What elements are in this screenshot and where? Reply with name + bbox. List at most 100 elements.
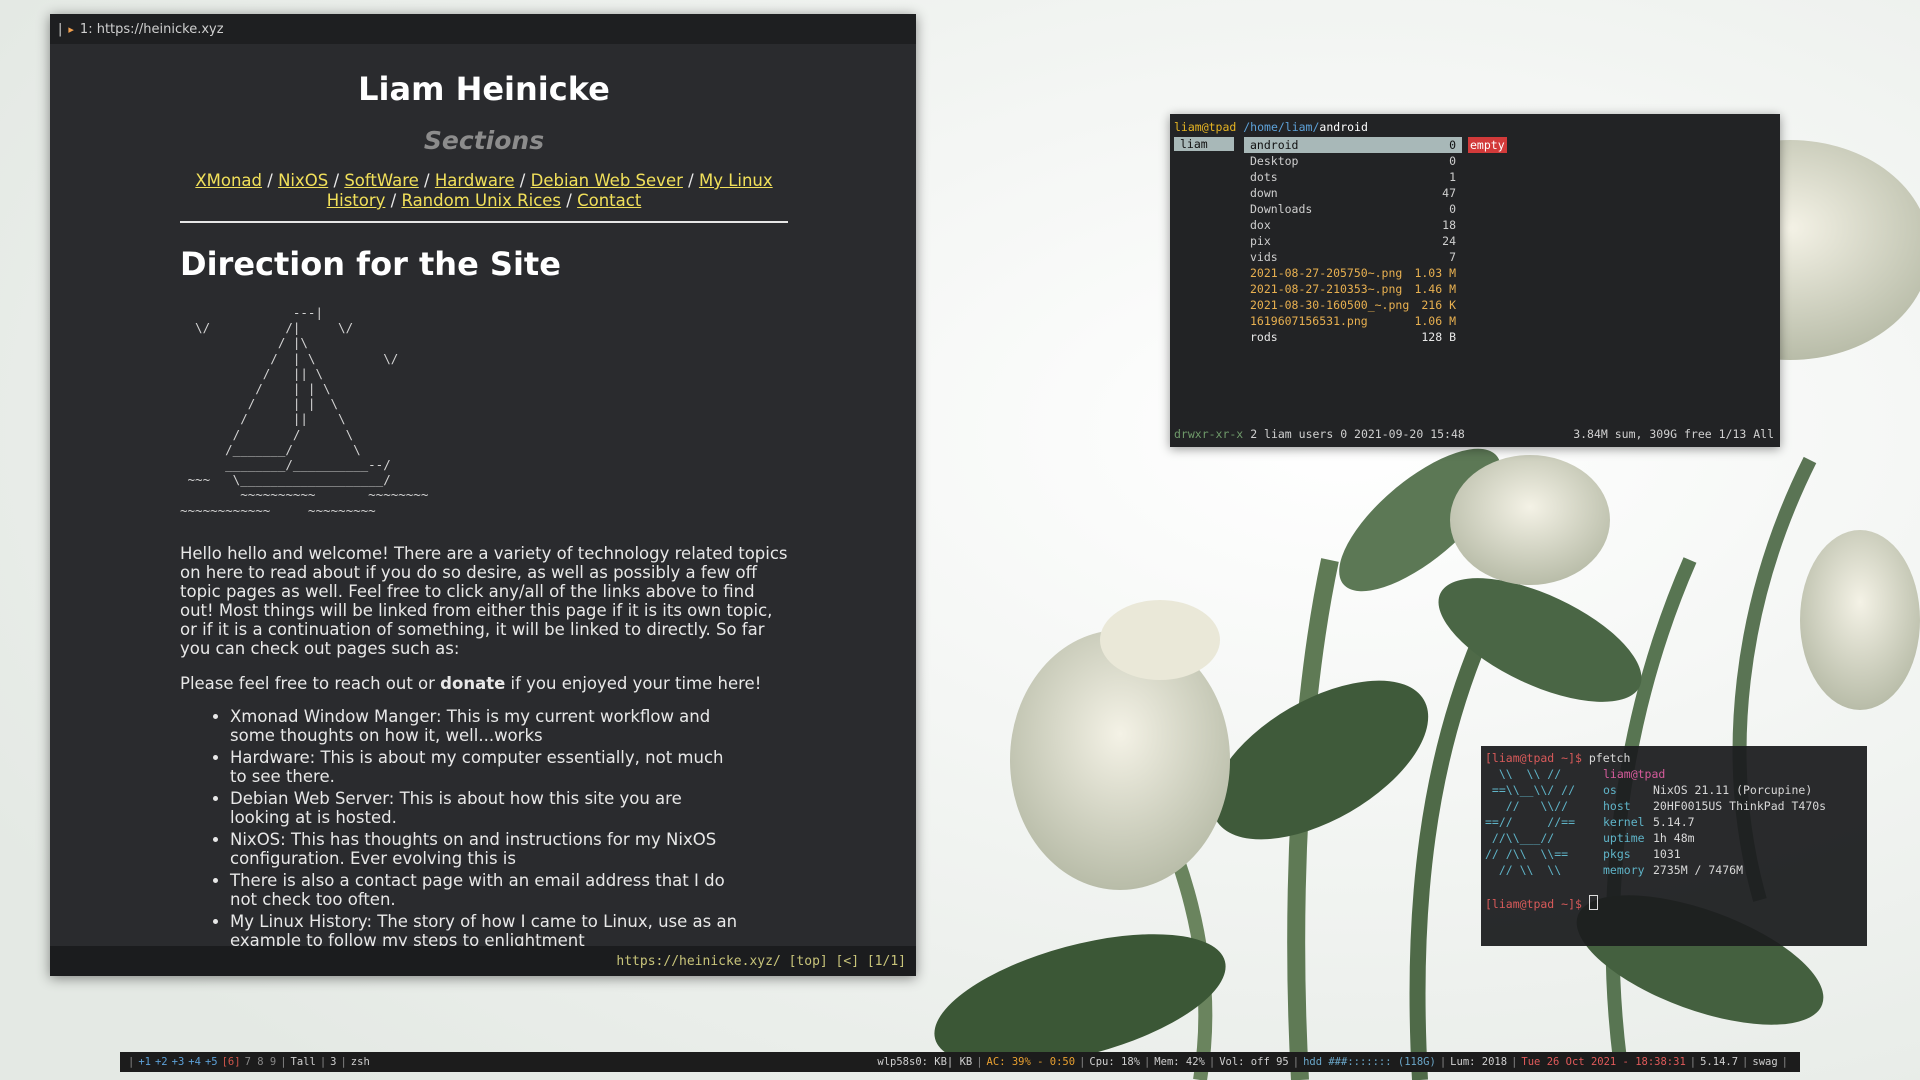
terminal-command: pfetch xyxy=(1588,751,1631,765)
fm-entry[interactable]: Desktop 0 xyxy=(1244,153,1462,169)
fm-entry[interactable]: dots 1 xyxy=(1244,169,1462,185)
bar-divider: | xyxy=(1079,1056,1086,1068)
fm-entry[interactable]: down 47 xyxy=(1244,185,1462,201)
pfetch-key: uptime xyxy=(1603,831,1645,845)
fm-entry-name: rods xyxy=(1250,330,1278,344)
nav-link-software[interactable]: SoftWare xyxy=(344,171,419,190)
workspaces-empty[interactable]: 7 8 9 xyxy=(245,1056,277,1068)
pfetch-line: //\\___// uptime 1h 48m xyxy=(1485,831,1695,845)
nav-separator: / xyxy=(385,191,402,210)
workspace-3[interactable]: +3 xyxy=(172,1056,185,1068)
layout-name: Tall xyxy=(290,1056,316,1068)
page-heading: Direction for the Site xyxy=(180,245,561,283)
donate-paragraph: Please feel free to reach out or donate … xyxy=(180,674,788,693)
fm-entry[interactable]: android 0 xyxy=(1244,137,1462,153)
xmobar-status-bar: | +1 +2 +3 +4 +5 [6] 7 8 9 | Tall | 3 | … xyxy=(120,1052,1800,1072)
pfetch-value: NixOS 21.11 (Porcupine) xyxy=(1653,783,1813,797)
network-status: wlp58s0: KB| KB xyxy=(877,1056,973,1068)
fm-entry-name: android xyxy=(1250,138,1299,152)
nixos-logo-line: // \\ \\ xyxy=(1485,863,1562,877)
fm-entry[interactable]: pix 24 xyxy=(1244,233,1462,249)
bar-divider: | xyxy=(1781,1056,1788,1068)
fm-permissions: drwxr-xr-x xyxy=(1174,427,1244,441)
fm-entry-name: vids xyxy=(1250,250,1278,264)
terminal-input-line[interactable]: [liam@tpad ~]$ xyxy=(1485,895,1598,911)
nixos-logo-line: // \\// xyxy=(1485,799,1569,813)
workspace-1[interactable]: +1 xyxy=(138,1056,151,1068)
file-manager-window[interactable]: liam@tpad /home/liam/android liam androi… xyxy=(1170,114,1780,447)
fm-parent-entry[interactable]: liam xyxy=(1174,137,1234,151)
workspace-4[interactable]: +4 xyxy=(188,1056,201,1068)
terminal-window[interactable]: [liam@tpad ~]$ pfetch \\ \\ //liam@tpad … xyxy=(1481,746,1867,946)
fm-entry[interactable]: dox 18 xyxy=(1244,217,1462,233)
fm-entry[interactable]: rods 128 B xyxy=(1244,329,1462,345)
fm-current-dir: android xyxy=(1319,120,1368,134)
pfetch-key: host xyxy=(1603,799,1631,813)
donate-text-before: Please feel free to reach out or xyxy=(180,673,441,693)
bar-divider: | xyxy=(976,1056,983,1068)
bar-divider: | xyxy=(1143,1056,1151,1068)
fm-entry-name: dox xyxy=(1250,218,1271,232)
nixos-logo-line: //\\___// xyxy=(1485,831,1555,845)
fm-entry-size: 0 xyxy=(1449,154,1456,168)
bar-divider: | xyxy=(1292,1056,1300,1068)
bar-divider: | xyxy=(1439,1056,1447,1068)
fm-entry-size: 1.03 M xyxy=(1414,266,1456,280)
fm-entry[interactable]: 2021-08-30-160500_~.png 216 K xyxy=(1244,297,1462,313)
pfetch-key: kernel xyxy=(1603,815,1645,829)
fm-entry[interactable]: Downloads 0 xyxy=(1244,201,1462,217)
fm-file-info: 2 liam users 0 2021-09-20 15:48 xyxy=(1250,427,1465,441)
nav-link-nixos[interactable]: NixOS xyxy=(278,171,328,190)
web-page-content[interactable]: Liam Heinicke Sections XMonad / NixOS / … xyxy=(50,44,916,960)
list-item: Xmonad Window Manger: This is my current… xyxy=(230,707,740,745)
fm-entry-size: 1.46 M xyxy=(1414,282,1456,296)
fm-status-line: drwxr-xr-x 2 liam users 0 2021-09-20 15:… xyxy=(1174,427,1774,441)
browser-window[interactable]: | ▸ 1: https://heinicke.xyz Liam Heinick… xyxy=(50,14,916,976)
intro-paragraph: Hello hello and welcome! There are a var… xyxy=(180,543,788,658)
nixos-logo-line: \\ \\ // xyxy=(1485,767,1562,781)
fm-entry-size: 1 xyxy=(1449,170,1456,184)
bar-user: swag xyxy=(1752,1056,1778,1068)
battery-status: AC: 39% - 0:50 xyxy=(986,1056,1076,1068)
browser-tab-bar[interactable]: | ▸ 1: https://heinicke.xyz xyxy=(50,14,916,44)
fm-path-prefix: /home/liam/ xyxy=(1243,120,1320,134)
bar-left-section: | +1 +2 +3 +4 +5 [6] 7 8 9 | Tall | 3 | … xyxy=(128,1056,370,1068)
workspace-5[interactable]: +5 xyxy=(205,1056,218,1068)
fm-entry-name: dots xyxy=(1250,170,1278,184)
pfetch-line: ==\\__\\/ // os NixOS 21.11 (Porcupine) xyxy=(1485,783,1812,797)
pfetch-line: // /\\ \\== pkgs 1031 xyxy=(1485,847,1681,861)
nixos-logo-line: ==\\__\\/ // xyxy=(1485,783,1576,797)
nav-link-xmonad[interactable]: XMonad xyxy=(195,171,262,190)
tab-label[interactable]: 1: https://heinicke.xyz xyxy=(80,22,224,37)
window-title: zsh xyxy=(350,1056,370,1068)
workspace-current[interactable]: [6] xyxy=(222,1056,241,1068)
bar-divider: | xyxy=(1511,1056,1518,1068)
fm-entry[interactable]: 2021-08-27-210353~.png 1.46 M xyxy=(1244,281,1462,297)
donate-link[interactable]: donate xyxy=(440,674,505,693)
fm-entry-name: pix xyxy=(1250,234,1271,248)
fm-entry[interactable]: 1619607156531.png 1.06 M xyxy=(1244,313,1462,329)
fm-entry[interactable]: 2021-08-27-205750~.png 1.03 M xyxy=(1244,265,1462,281)
pfetch-value: 1031 xyxy=(1653,847,1681,861)
pfetch-line: // \\// host 20HF0015US ThinkPad T470s xyxy=(1485,799,1826,813)
fm-entry[interactable]: vids 7 xyxy=(1244,249,1462,265)
nav-link-debian-web-sever[interactable]: Debian Web Sever xyxy=(531,171,683,190)
nav-separator: / xyxy=(514,171,531,190)
nav-separator: / xyxy=(328,171,345,190)
fm-user-host: liam@tpad xyxy=(1174,120,1237,134)
terminal-prompt: [liam@tpad ~]$ xyxy=(1485,897,1589,911)
nav-link-contact[interactable]: Contact xyxy=(577,191,641,210)
fm-entry-name: down xyxy=(1250,186,1278,200)
fm-entry-size: 7 xyxy=(1449,250,1456,264)
topics-list: Xmonad Window Manger: This is my current… xyxy=(180,707,740,950)
workspace-2[interactable]: +2 xyxy=(155,1056,168,1068)
terminal-prompt: [liam@tpad ~]$ xyxy=(1485,751,1589,765)
pfetch-value: 1h 48m xyxy=(1653,831,1695,845)
header-divider xyxy=(180,221,788,223)
fm-entry-size: 128 B xyxy=(1421,330,1456,344)
list-item: There is also a contact page with an ema… xyxy=(230,871,740,909)
pfetch-value: 5.14.7 xyxy=(1653,815,1695,829)
nav-link-random-unix-rices[interactable]: Random Unix Rices xyxy=(401,191,561,210)
browser-status-line: https://heinicke.xyz/ [top] [<] [1/1] xyxy=(50,946,916,976)
nav-link-hardware[interactable]: Hardware xyxy=(435,171,515,190)
